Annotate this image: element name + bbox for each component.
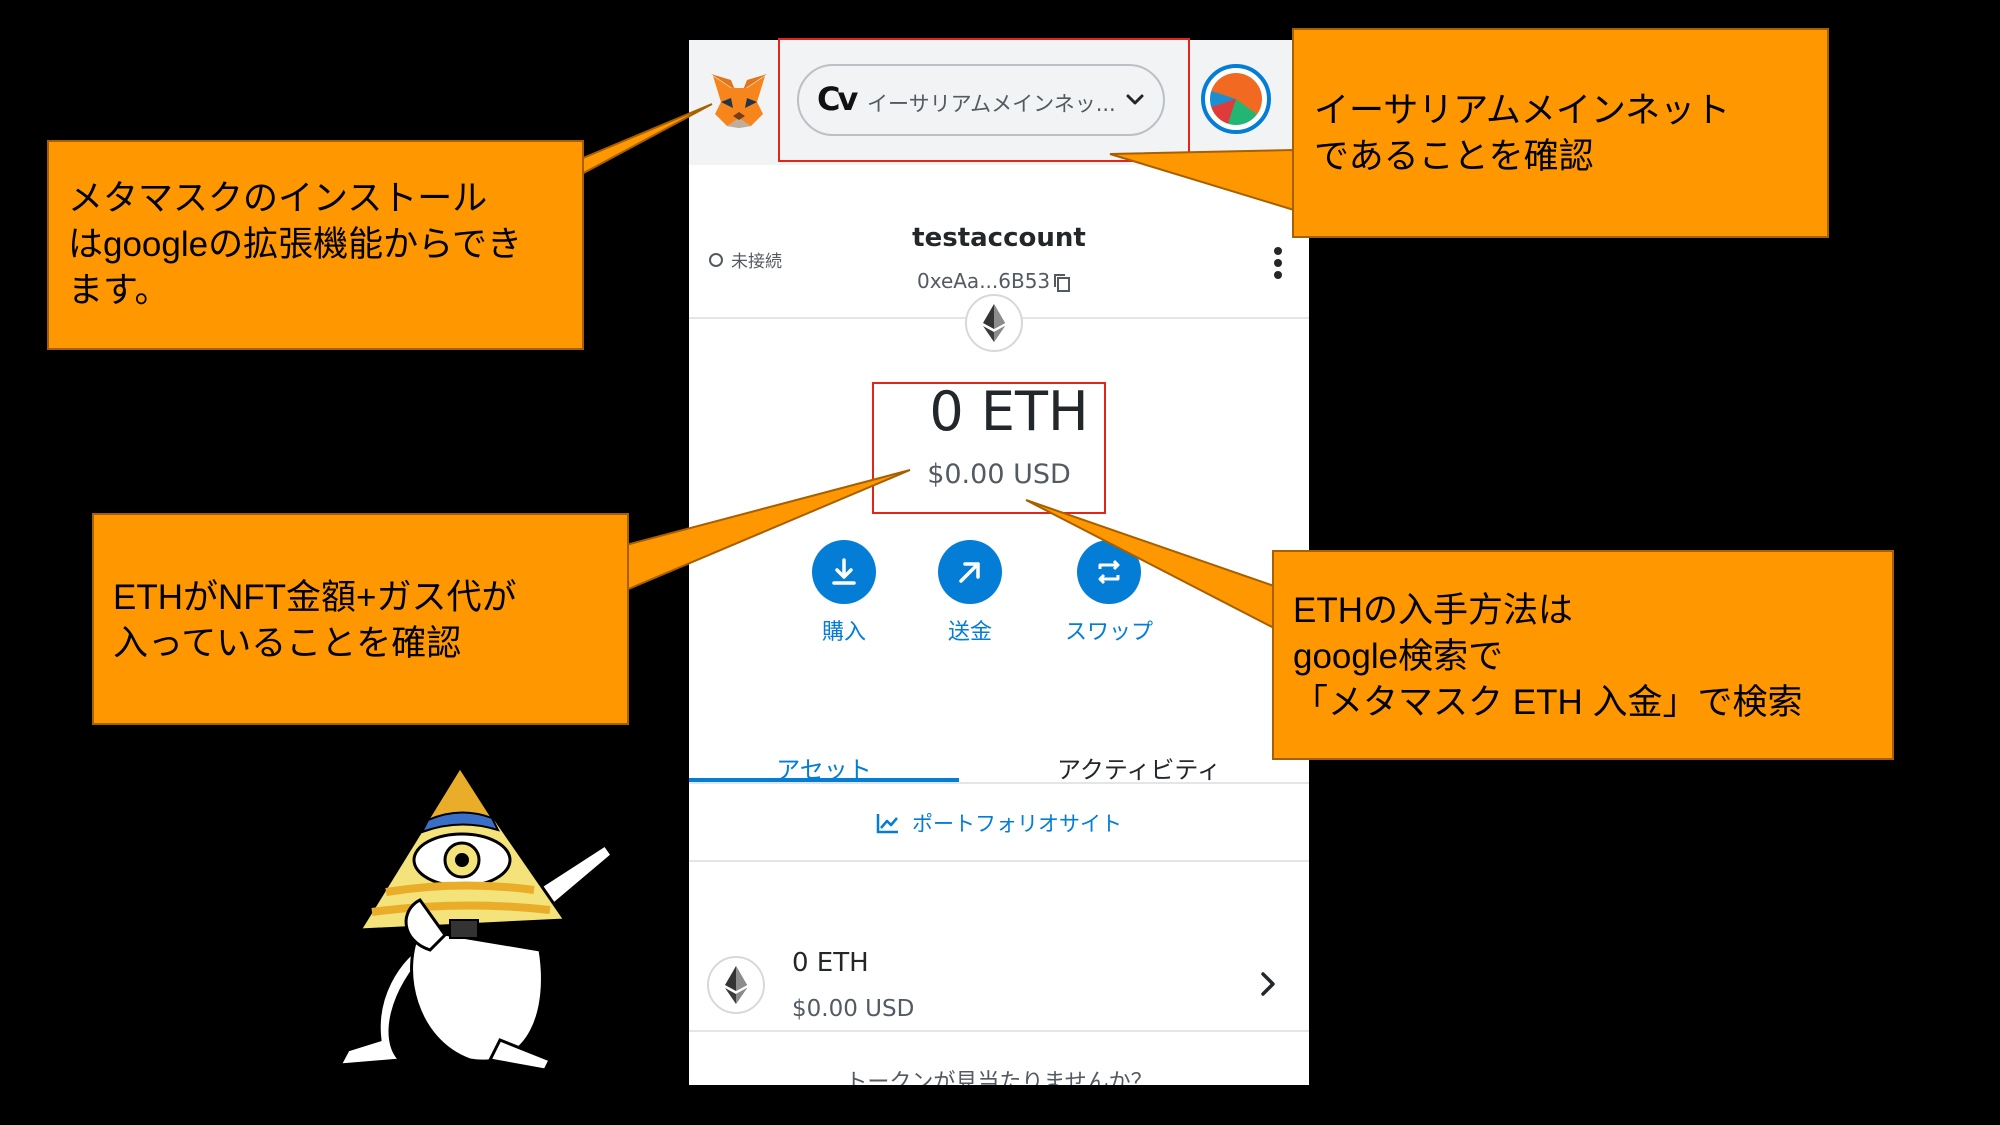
network-callout-pointer	[1109, 148, 1295, 212]
callout-line: であることを確認	[1314, 137, 1594, 176]
callout-line: イーサリアムメインネット	[1314, 91, 1731, 130]
callout-line: ます。	[68, 271, 170, 310]
callout-line: ETHがNFT金額+ガス代が	[113, 578, 517, 617]
callout-line: 「メタマスク ETH 入金」で検索	[1293, 683, 1803, 722]
eth-obtain-callout-pointer	[1025, 499, 1275, 630]
callout-line: 入っていることを確認	[113, 624, 462, 663]
callout-line: google検索で	[1293, 637, 1504, 676]
callout-line: メタマスクのインストール	[68, 179, 488, 218]
callout-eth-obtain: ETHの入手方法は google検索で 「メタマスク ETH 入金」で検索	[1272, 550, 1894, 760]
callout-line: ETHの入手方法は	[1293, 591, 1574, 630]
callout-line: はgoogleの拡張機能からでき	[68, 225, 523, 264]
pyramid-eye-mascot-illustration	[337, 765, 615, 1072]
callout-eth-check: ETHがNFT金額+ガス代が 入っていることを確認	[92, 513, 629, 725]
eth-check-callout-pointer	[625, 469, 911, 592]
callout-network: イーサリアムメインネット であることを確認	[1292, 28, 1829, 238]
callout-install: メタマスクのインストール はgoogleの拡張機能からでき ます。	[47, 140, 584, 350]
